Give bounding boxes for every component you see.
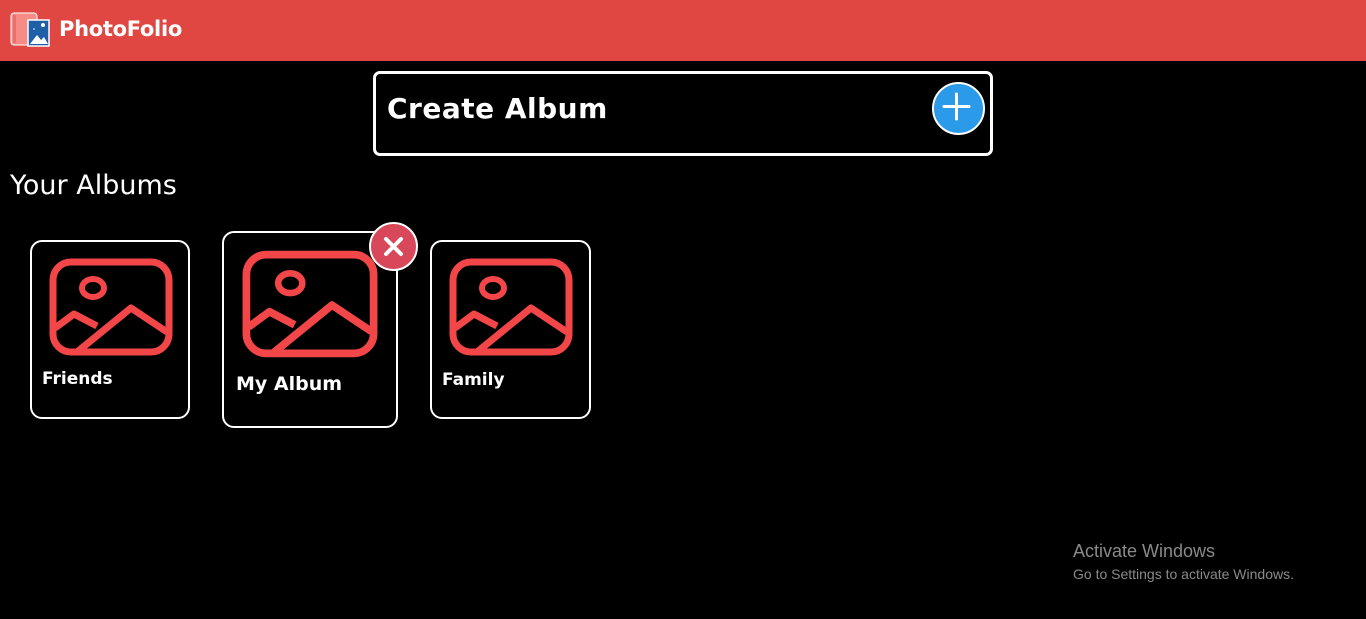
create-album-bar: Create Album xyxy=(373,71,993,156)
image-icon xyxy=(449,258,573,356)
activate-windows-title: Activate Windows xyxy=(1073,541,1216,561)
plus-icon xyxy=(942,92,971,121)
album-name: Family xyxy=(442,370,505,390)
image-icon xyxy=(242,250,378,358)
activate-windows-subtitle: Go to Settings to activate Windows. xyxy=(1073,566,1294,582)
your-albums-heading: Your Albums xyxy=(10,170,177,201)
album-card-family[interactable]: Family xyxy=(430,240,591,419)
app-title[interactable]: PhotoFolio xyxy=(59,17,182,41)
close-icon xyxy=(384,237,403,256)
delete-album-button[interactable] xyxy=(369,222,418,271)
album-name: Friends xyxy=(42,369,113,389)
create-album-label: Create Album xyxy=(387,92,608,125)
image-icon xyxy=(49,258,173,356)
add-album-button[interactable] xyxy=(932,82,985,135)
photo-album-icon[interactable] xyxy=(10,11,50,49)
album-card-friends[interactable]: Friends xyxy=(30,240,190,419)
album-name: My Album xyxy=(236,373,343,395)
navbar: PhotoFolio xyxy=(0,0,1366,61)
